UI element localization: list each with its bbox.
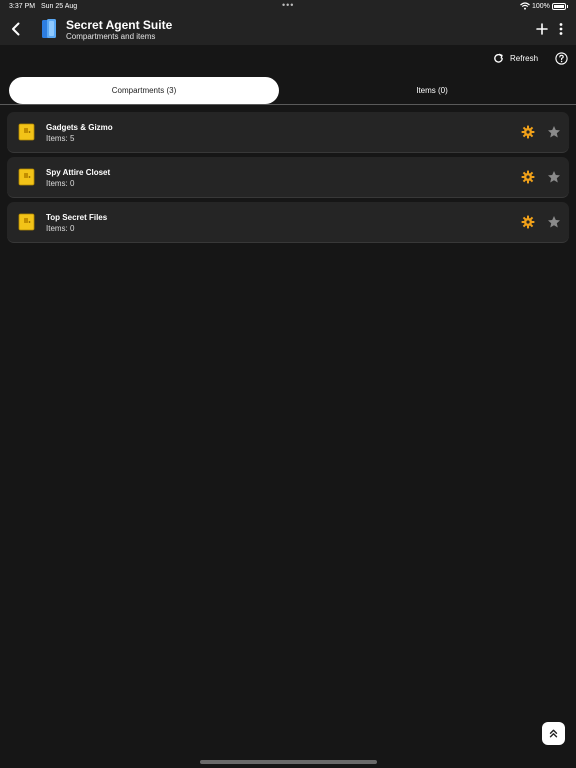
refresh-button[interactable]: Refresh: [493, 53, 538, 64]
gear-icon[interactable]: [521, 170, 535, 184]
star-icon[interactable]: [547, 125, 561, 139]
compartment-count: Items: 5: [46, 134, 75, 143]
refresh-label: Refresh: [510, 54, 539, 63]
battery-percent: 100%: [532, 3, 550, 10]
chevrons-up-icon: [549, 729, 558, 738]
folder-icon: [18, 123, 35, 141]
tab-compartments[interactable]: Compartments (3): [9, 77, 279, 104]
page-subtitle: Compartments and items: [66, 32, 156, 41]
gear-icon[interactable]: [521, 215, 535, 229]
compartment-name: Gadgets & Gizmo: [46, 123, 113, 132]
compartment-name: Spy Attire Closet: [46, 168, 111, 177]
compartment-name: Top Secret Files: [46, 213, 108, 222]
toolbar: Refresh: [0, 45, 576, 73]
scroll-to-top-button[interactable]: [542, 722, 565, 745]
more-vertical-icon[interactable]: [556, 21, 566, 37]
multitasking-dots-icon[interactable]: •••: [282, 0, 294, 10]
list-item[interactable]: Spy Attire Closet Items: 0: [7, 157, 569, 198]
gear-icon[interactable]: [521, 125, 535, 139]
tab-divider: [0, 104, 576, 105]
app-header: Secret Agent Suite Compartments and item…: [0, 14, 576, 45]
tab-bar: Compartments (3) Items (0): [0, 77, 576, 105]
status-date: Sun 25 Aug: [41, 3, 78, 10]
list-item[interactable]: Top Secret Files Items: 0: [7, 202, 569, 243]
chevron-left-icon[interactable]: [7, 20, 25, 38]
folder-icon: [18, 168, 35, 186]
plus-icon[interactable]: [535, 21, 549, 37]
list-item[interactable]: Gadgets & Gizmo Items: 5: [7, 112, 569, 153]
help-circle-icon[interactable]: [555, 52, 568, 65]
app-logo-icon: [42, 19, 56, 38]
tab-items[interactable]: Items (0): [290, 77, 574, 104]
compartment-count: Items: 0: [46, 224, 75, 233]
wifi-icon: [520, 2, 530, 10]
star-icon[interactable]: [547, 215, 561, 229]
refresh-icon: [494, 53, 503, 63]
battery-icon: [552, 3, 566, 10]
status-time: 3:37 PM: [9, 3, 36, 10]
page-title: Secret Agent Suite: [66, 18, 173, 32]
home-indicator[interactable]: [200, 760, 377, 764]
star-icon[interactable]: [547, 170, 561, 184]
compartment-count: Items: 0: [46, 179, 75, 188]
folder-icon: [18, 213, 35, 231]
status-bar: 3:37 PM Sun 25 Aug ••• 100%: [0, 0, 576, 14]
